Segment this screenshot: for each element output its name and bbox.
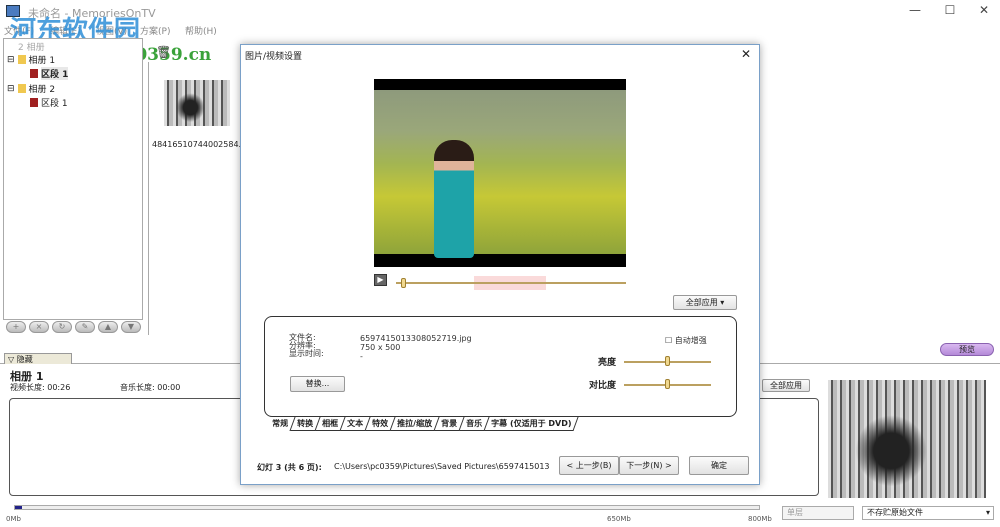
segment-label: 区段 1 bbox=[41, 67, 69, 80]
settings-tabs: 常规 转换 相框 文本 特效 推拉/缩放 背景 音乐 字幕 (仅适用于 DVD) bbox=[265, 417, 579, 431]
tree-album-1[interactable]: ⊟ 相册 1 bbox=[7, 53, 56, 67]
add-button[interactable]: + bbox=[6, 321, 26, 333]
apply-all-label: 全部应用 bbox=[685, 298, 718, 307]
ok-button[interactable]: 确定 bbox=[689, 456, 749, 475]
contrast-label: 对比度 bbox=[589, 381, 617, 391]
tab-subtitle[interactable]: 字幕 (仅适用于 DVD) bbox=[484, 417, 579, 431]
replace-button[interactable]: 替换... bbox=[290, 376, 345, 392]
file-path: C:\Users\pc0359\Pictures\Saved Pictures\… bbox=[334, 462, 550, 471]
auto-enhance-label: 自动增强 bbox=[674, 336, 707, 345]
photo-preview bbox=[374, 79, 626, 267]
music-length: 音乐长度: 00:00 bbox=[120, 383, 181, 392]
previous-button[interactable]: < 上一步(B) bbox=[559, 456, 619, 475]
tree-root-label: 2 相册 bbox=[18, 43, 45, 53]
close-button[interactable]: ✕ bbox=[974, 3, 994, 19]
tick-650mb: 650Mb bbox=[607, 515, 631, 523]
properties-panel: 文件名: 分辨率: 显示时间: 6597415013308052719.jpg 750… bbox=[264, 316, 737, 417]
tree-album-2[interactable]: ⊟ 相册 2 bbox=[7, 82, 56, 96]
playback-slider[interactable] bbox=[396, 282, 626, 284]
tick-0mb: 0Mb bbox=[6, 515, 21, 523]
dialog-close-button[interactable]: ✕ bbox=[741, 47, 751, 61]
duration-label: 显示时间: bbox=[289, 349, 324, 358]
hide-tab-label: 隐藏 bbox=[16, 355, 33, 364]
segment-icon bbox=[30, 98, 38, 107]
layer-value: 单层 bbox=[787, 508, 803, 517]
filename-value: 6597415013308052719.jpg bbox=[360, 334, 472, 343]
edit-button[interactable]: ✎ bbox=[75, 321, 95, 333]
store-select[interactable]: 不存贮原始文件 ▾ bbox=[862, 506, 994, 520]
tree-segment[interactable]: 区段 1 bbox=[30, 67, 69, 80]
thumbnail-name: 48416510744002584... bbox=[152, 140, 247, 149]
segment-icon bbox=[30, 69, 38, 78]
album-label: 相册 1 bbox=[28, 56, 56, 66]
dialog-title: 图片/视频设置 bbox=[245, 52, 303, 62]
brightness-label: 亮度 bbox=[598, 358, 617, 368]
delete-button[interactable]: × bbox=[29, 321, 49, 333]
menu-project[interactable]: 方案(P) bbox=[140, 24, 170, 37]
move-up-button[interactable]: ▲ bbox=[98, 321, 118, 333]
store-value: 不存贮原始文件 bbox=[867, 508, 923, 517]
property-labels: 文件名: 分辨率: 显示时间: bbox=[289, 334, 324, 358]
next-button[interactable]: 下一步(N) > bbox=[619, 456, 679, 475]
tab-pan-zoom[interactable]: 推拉/缩放 bbox=[390, 417, 440, 431]
tick-800mb: 800Mb bbox=[748, 515, 772, 523]
move-down-button[interactable]: ▼ bbox=[121, 321, 141, 333]
tree-toolbar: + × ↻ ✎ ▲ ▼ bbox=[6, 321, 141, 333]
preview-button[interactable]: 预览 bbox=[940, 343, 994, 356]
video-length: 视频长度: 00:26 bbox=[10, 383, 71, 392]
menu-bar: 文件(F) 编辑(E) 视图(V) 方案(P) 帮助(H) bbox=[0, 24, 1000, 38]
playback-thumb[interactable] bbox=[400, 278, 406, 288]
album-tree: 2 相册 ⊟ 相册 1 区段 1 ⊟ 相册 2 区段 1 bbox=[3, 38, 143, 320]
tree-root[interactable]: 2 相册 bbox=[18, 40, 45, 53]
album-icon bbox=[17, 55, 26, 64]
contrast-thumb[interactable] bbox=[664, 379, 670, 389]
property-values: 6597415013308052719.jpg 750 x 500- bbox=[360, 334, 472, 361]
play-button[interactable]: ▶ bbox=[374, 274, 387, 286]
disc-usage-fill bbox=[15, 506, 23, 509]
hide-tab[interactable]: ▽ 隐藏 bbox=[4, 353, 72, 364]
title-bar: 未命名 - MemoriesOnTV — ☐ ✕ bbox=[0, 0, 1000, 24]
trash-icon[interactable]: 🗑 bbox=[156, 45, 171, 59]
resolution-value: 750 x 500 bbox=[360, 343, 401, 352]
auto-enhance-checkbox[interactable]: ☐ 自动增强 bbox=[665, 335, 707, 346]
minimize-button[interactable]: — bbox=[905, 3, 925, 19]
duration-value: - bbox=[360, 352, 363, 361]
image-settings-dialog: 图片/视频设置 ✕ ▶ 全部应用 ▾ 文件名: 分辨率: 显示时间: 6597415… bbox=[240, 44, 760, 485]
photo-thumbnail[interactable] bbox=[164, 80, 230, 126]
rotate-button[interactable]: ↻ bbox=[52, 321, 72, 333]
brightness-thumb[interactable] bbox=[664, 356, 670, 366]
album-label: 相册 2 bbox=[28, 85, 56, 95]
apply-all-dropdown[interactable]: 全部应用 bbox=[762, 379, 810, 392]
thumb-toolbar: 🗑 bbox=[148, 42, 248, 62]
menu-help[interactable]: 帮助(H) bbox=[185, 24, 217, 37]
slide-info: 幻灯 3 (共 6 页): bbox=[257, 463, 322, 472]
layer-select[interactable]: 单层 bbox=[782, 506, 854, 520]
album-icon bbox=[17, 84, 26, 93]
preview-image bbox=[828, 380, 986, 498]
apply-all-button[interactable]: 全部应用 ▾ bbox=[673, 295, 737, 310]
maximize-button[interactable]: ☐ bbox=[940, 3, 960, 19]
segment-label: 区段 1 bbox=[41, 99, 68, 109]
disc-usage-bar bbox=[14, 505, 760, 510]
tree-segment[interactable]: 区段 1 bbox=[30, 96, 68, 109]
